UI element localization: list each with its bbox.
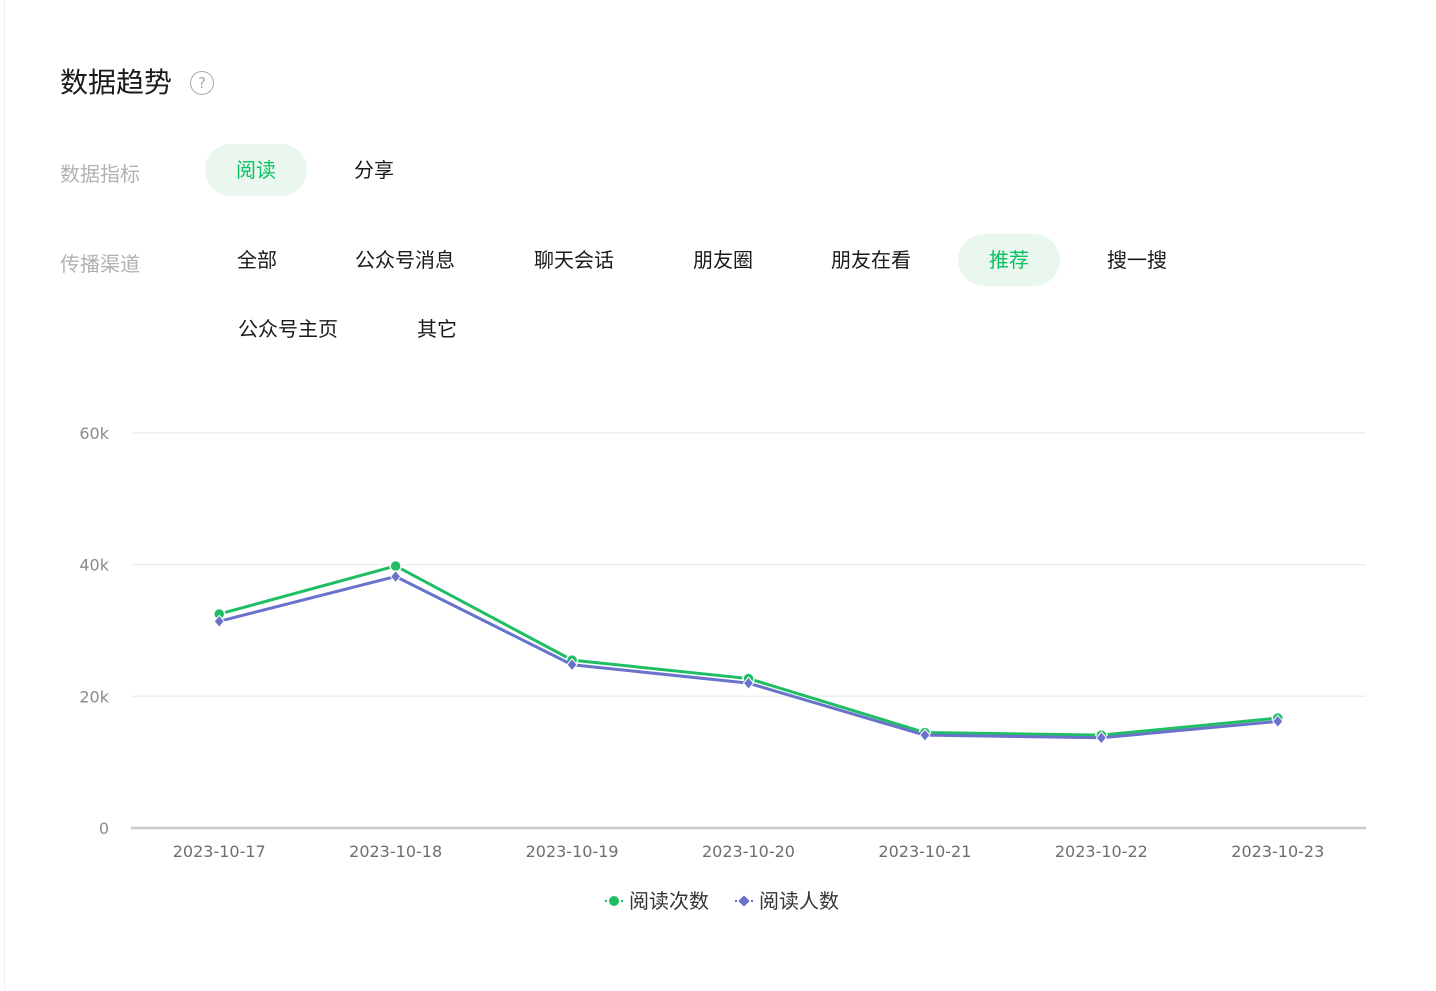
series-line-2	[218, 575, 1278, 740]
chart-legend: 阅读次数 阅读人数	[0, 886, 1436, 916]
legend-circle-icon	[605, 894, 623, 908]
y-tick-label: 60k	[79, 424, 109, 443]
x-tick-label: 2023-10-22	[1055, 842, 1148, 861]
x-tick-label: 2023-10-19	[526, 842, 619, 861]
x-tick-label: 2023-10-20	[702, 842, 795, 861]
legend-diamond-icon	[735, 894, 753, 908]
legend-label-reads: 阅读次数	[629, 889, 709, 913]
y-tick-label: 0	[99, 819, 109, 838]
legend-label-readers: 阅读人数	[759, 889, 839, 913]
data-point	[389, 569, 402, 584]
x-tick-label: 2023-10-21	[878, 842, 971, 861]
x-tick-label: 2023-10-17	[173, 842, 266, 861]
legend-item-readers[interactable]: 阅读人数	[735, 886, 839, 916]
line-chart: 0 20k 40k 60k 2023-10-17 2023-10-18 2023-10-19…	[79, 424, 1366, 861]
x-tick-label: 2023-10-18	[349, 842, 442, 861]
y-tick-label: 20k	[79, 687, 109, 706]
x-tick-label: 2023-10-23	[1231, 842, 1324, 861]
legend-item-reads[interactable]: 阅读次数	[605, 886, 709, 916]
series-line-1	[218, 564, 1278, 737]
y-tick-label: 40k	[79, 556, 109, 575]
